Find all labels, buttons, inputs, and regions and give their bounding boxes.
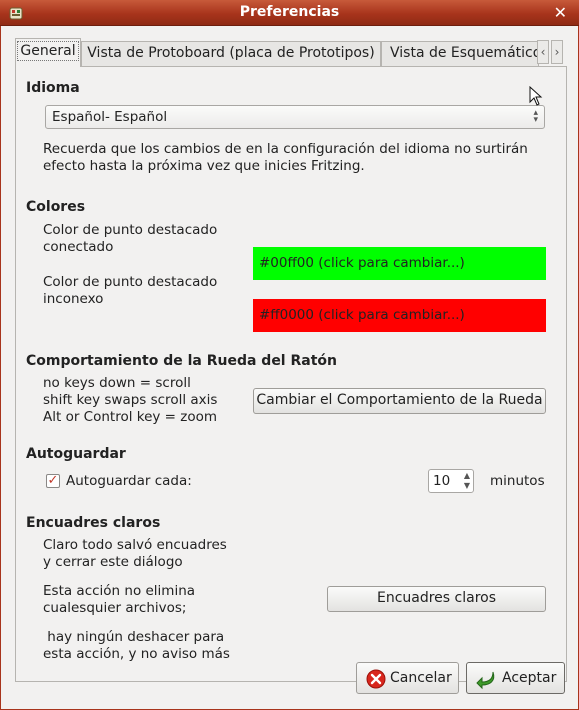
- tab-bar: General Vista de Protoboard (placa de Pr…: [15, 38, 567, 67]
- tab-label: Vista de Protoboard (placa de Prototipos…: [87, 45, 375, 61]
- clear-line3: Esta acción no elimina: [43, 583, 196, 599]
- cancel-icon: [366, 669, 386, 689]
- tab-breadboard-view[interactable]: Vista de Protoboard (placa de Prototipos…: [81, 41, 381, 66]
- clear-frames-button[interactable]: Encuadres claros: [327, 586, 546, 612]
- wheel-heading: Comportamiento de la Rueda del Ratón: [26, 353, 337, 369]
- connected-color-value: #00ff00 (click para cambiar...): [259, 255, 465, 271]
- autosave-checkbox-label: Autoguardar cada:: [66, 473, 192, 489]
- close-icon[interactable]: ✕: [554, 3, 567, 22]
- window-title: Preferencias: [239, 4, 340, 20]
- wheel-line2: shift key swaps scroll axis: [43, 392, 218, 408]
- tab-schematic-view[interactable]: Vista de Esquemático: [381, 41, 539, 66]
- accept-button[interactable]: Aceptar: [466, 662, 565, 694]
- tab-label: Vista de Esquemático: [390, 45, 539, 61]
- autosave-minutes-stepper[interactable]: 10 ▲ ▼: [428, 469, 474, 493]
- wheel-line3: Alt or Control key = zoom: [43, 409, 218, 425]
- clear-line6: esta acción, y no aviso más: [43, 646, 230, 662]
- mouse-cursor-icon: [529, 86, 543, 106]
- clear-line1: Claro todo salvó encuadres: [43, 537, 227, 553]
- select-arrows-icon: ▴ ▾: [533, 108, 538, 125]
- language-select-value: Español- Español: [52, 109, 168, 125]
- unconnected-color-value: #ff0000 (click para cambiar...): [259, 307, 465, 323]
- colors-heading: Colores: [26, 199, 86, 215]
- wheel-line1: no keys down = scroll: [43, 375, 191, 391]
- tab-label: General: [17, 41, 79, 61]
- stepper-arrows-icon[interactable]: ▲ ▼: [464, 471, 470, 491]
- clear-heading: Encuadres claros: [26, 515, 161, 531]
- language-heading: Idioma: [26, 80, 80, 96]
- tab-scroll-left-icon[interactable]: ‹: [537, 40, 549, 64]
- unconnected-color-label-line1: Color de punto destacado: [43, 274, 218, 290]
- language-note-line1: Recuerda que los cambios de en la config…: [43, 141, 528, 157]
- cancel-button[interactable]: Cancelar: [356, 662, 459, 694]
- clear-line4: cualesquier archivos;: [43, 600, 187, 616]
- autosave-heading: Autoguardar: [26, 446, 126, 462]
- connected-color-swatch[interactable]: #00ff00 (click para cambiar...): [253, 247, 546, 280]
- connected-color-label-line2: conectado: [43, 239, 114, 255]
- tab-scroll-right-icon[interactable]: ›: [551, 40, 563, 64]
- autosave-unit: minutos: [490, 473, 545, 489]
- general-panel: Idioma Español- Español ▴ ▾ Recuerda que …: [15, 66, 567, 682]
- cancel-label: Cancelar: [390, 670, 452, 686]
- language-select[interactable]: Español- Español ▴ ▾: [45, 105, 545, 129]
- language-note-line2: efecto hasta la próxima vez que inicies …: [43, 158, 365, 174]
- unconnected-color-swatch[interactable]: #ff0000 (click para cambiar...): [253, 299, 546, 332]
- change-wheel-behavior-button[interactable]: Cambiar el Comportamiento de la Rueda: [253, 388, 546, 414]
- accept-label: Aceptar: [502, 670, 557, 686]
- clear-line2: y cerrar este diálogo: [43, 554, 183, 570]
- title-bar: Preferencias ✕: [0, 0, 579, 26]
- preferences-window: General Vista de Protoboard (placa de Pr…: [0, 26, 579, 710]
- accept-icon: [476, 671, 495, 690]
- connected-color-label-line1: Color de punto destacado: [43, 222, 218, 238]
- autosave-checkbox[interactable]: ✓: [46, 474, 60, 488]
- autosave-minutes-value: 10: [433, 473, 451, 489]
- unconnected-color-label-line2: inconexo: [43, 291, 104, 307]
- clear-line5: hay ningún deshacer para: [43, 629, 225, 645]
- tab-general[interactable]: General: [15, 38, 81, 67]
